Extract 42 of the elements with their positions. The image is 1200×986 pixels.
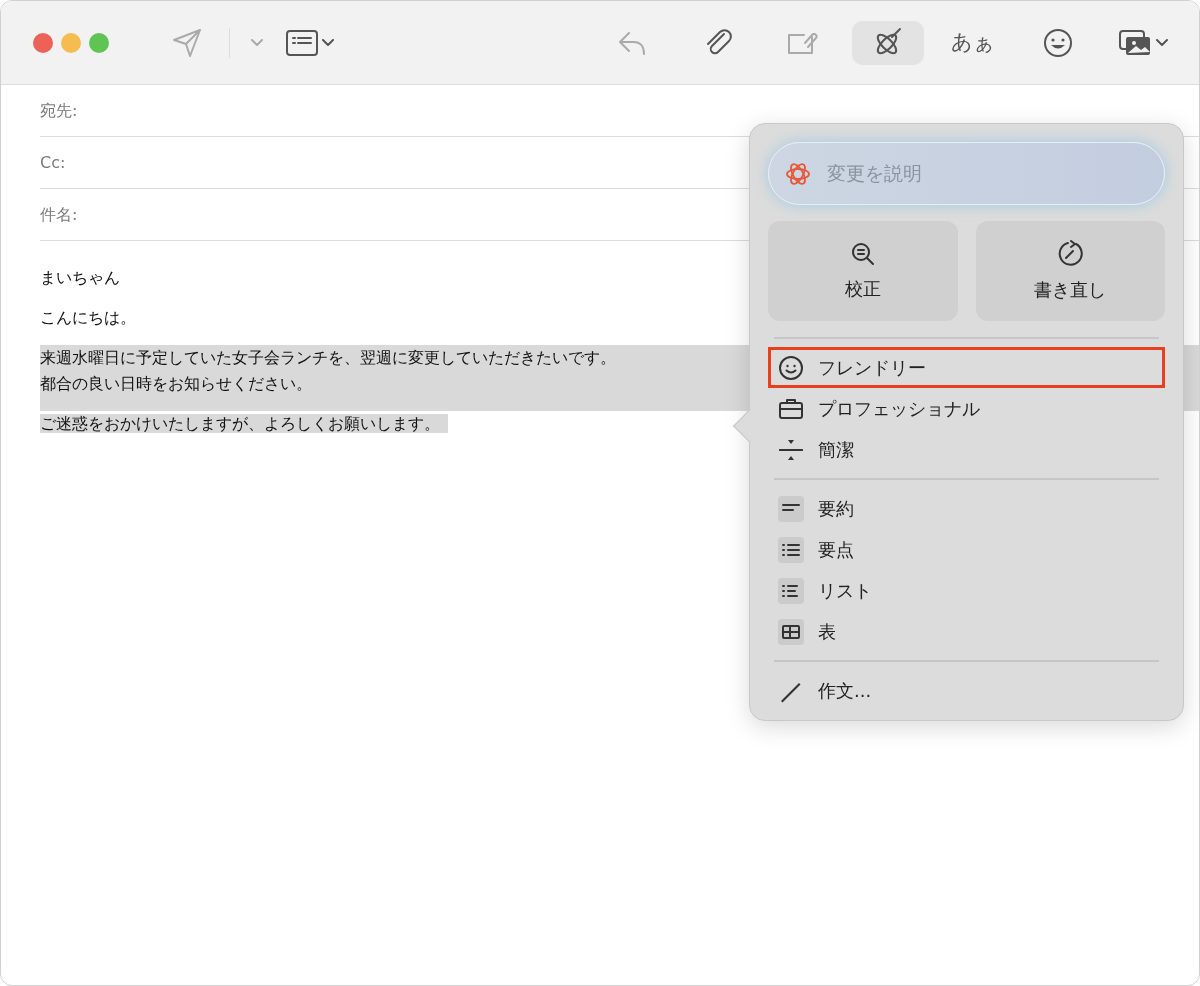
briefcase-icon <box>778 396 804 421</box>
smiley-icon <box>778 354 804 381</box>
close-button[interactable] <box>33 32 53 53</box>
magnifier-icon <box>849 240 876 267</box>
rewrite-button[interactable]: 書き直し <box>975 221 1165 321</box>
chevron-icon <box>1156 38 1168 47</box>
minimize-button[interactable] <box>61 32 81 53</box>
chevron-icon <box>251 38 263 47</box>
send-icon <box>172 27 202 58</box>
bullet-list-icon <box>781 542 801 557</box>
table-icon <box>781 623 801 640</box>
body-text: 来週水曜日に予定していた女子会ランチを、翌週に変更していただきたいです。 <box>40 348 616 367</box>
field-label: Cc: <box>40 151 66 174</box>
field-label: 宛先: <box>40 99 78 122</box>
menu-item[interactable]: 作文... <box>768 670 1165 711</box>
emoji-icon <box>1043 27 1073 58</box>
menu-item[interactable]: 要約 <box>768 488 1165 529</box>
menu-item[interactable]: 表 <box>768 611 1165 652</box>
writing-tools-button[interactable] <box>852 20 924 65</box>
menu-item[interactable]: プロフェッショナル <box>768 388 1165 429</box>
list-icon <box>286 29 318 56</box>
sparkle-icon <box>785 160 811 187</box>
prompt-input[interactable]: 変更を説明 <box>825 158 1148 189</box>
menu-item[interactable]: 簡潔 <box>768 429 1165 470</box>
photos-icon <box>1118 28 1152 57</box>
zoom-button[interactable] <box>89 32 109 53</box>
menu-item[interactable]: リスト <box>768 570 1165 611</box>
concise-icon <box>778 437 804 462</box>
list-icon <box>781 583 801 598</box>
menu-item[interactable]: 要点 <box>768 529 1165 570</box>
reply-icon <box>618 29 648 56</box>
field-label: 件名: <box>40 203 78 226</box>
body-text: こんにちは。 <box>40 308 136 327</box>
proofread-button[interactable]: 校正 <box>768 221 958 321</box>
describe-change-field[interactable]: 変更を説明 <box>768 142 1165 205</box>
rewrite-icon <box>1056 239 1085 268</box>
menu-item[interactable]: フレンドリー <box>768 347 1165 388</box>
format-button[interactable]: あぁ <box>937 20 1009 65</box>
body-text: 都合の良い日時をお知らせください。 <box>40 374 312 393</box>
body-text: ご迷惑をおかけいたしますが、よろしくお願いします。 <box>40 414 448 433</box>
body-text: まいちゃん <box>40 268 120 287</box>
chevron-icon <box>322 38 334 47</box>
